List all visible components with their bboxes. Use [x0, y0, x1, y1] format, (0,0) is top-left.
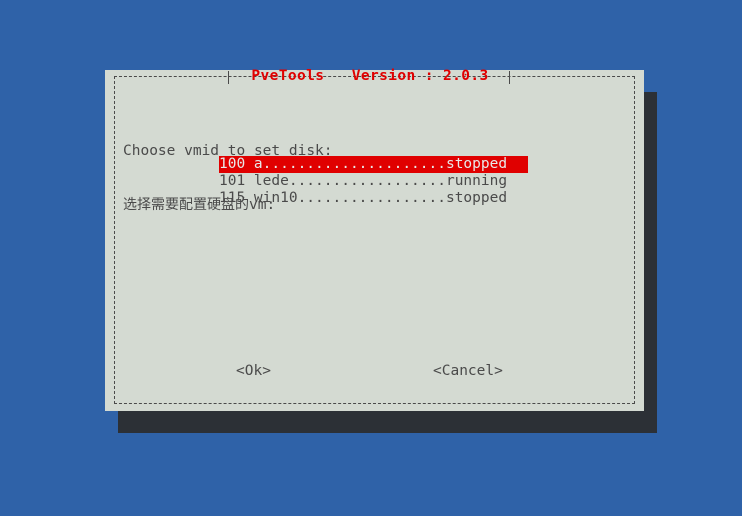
title-tick-left-icon	[228, 71, 229, 84]
list-item[interactable]: 115 win10.................stopped	[219, 190, 531, 207]
pvetools-dialog: PveTools Version : 2.0.3 Choose vmid to …	[105, 68, 644, 411]
list-item[interactable]: 101 lede..................running	[219, 173, 531, 190]
list-item[interactable]: 100 a.....................stopped	[219, 156, 528, 173]
dialog-button-row: <Ok> <Cancel>	[105, 362, 644, 380]
cancel-button[interactable]: <Cancel>	[433, 362, 503, 380]
vm-list[interactable]: 100 a.....................stopped 101 le…	[219, 156, 531, 207]
dialog-title: PveTools Version : 2.0.3	[251, 68, 489, 84]
title-tick-right-icon	[509, 71, 510, 84]
ok-button[interactable]: <Ok>	[236, 362, 271, 380]
